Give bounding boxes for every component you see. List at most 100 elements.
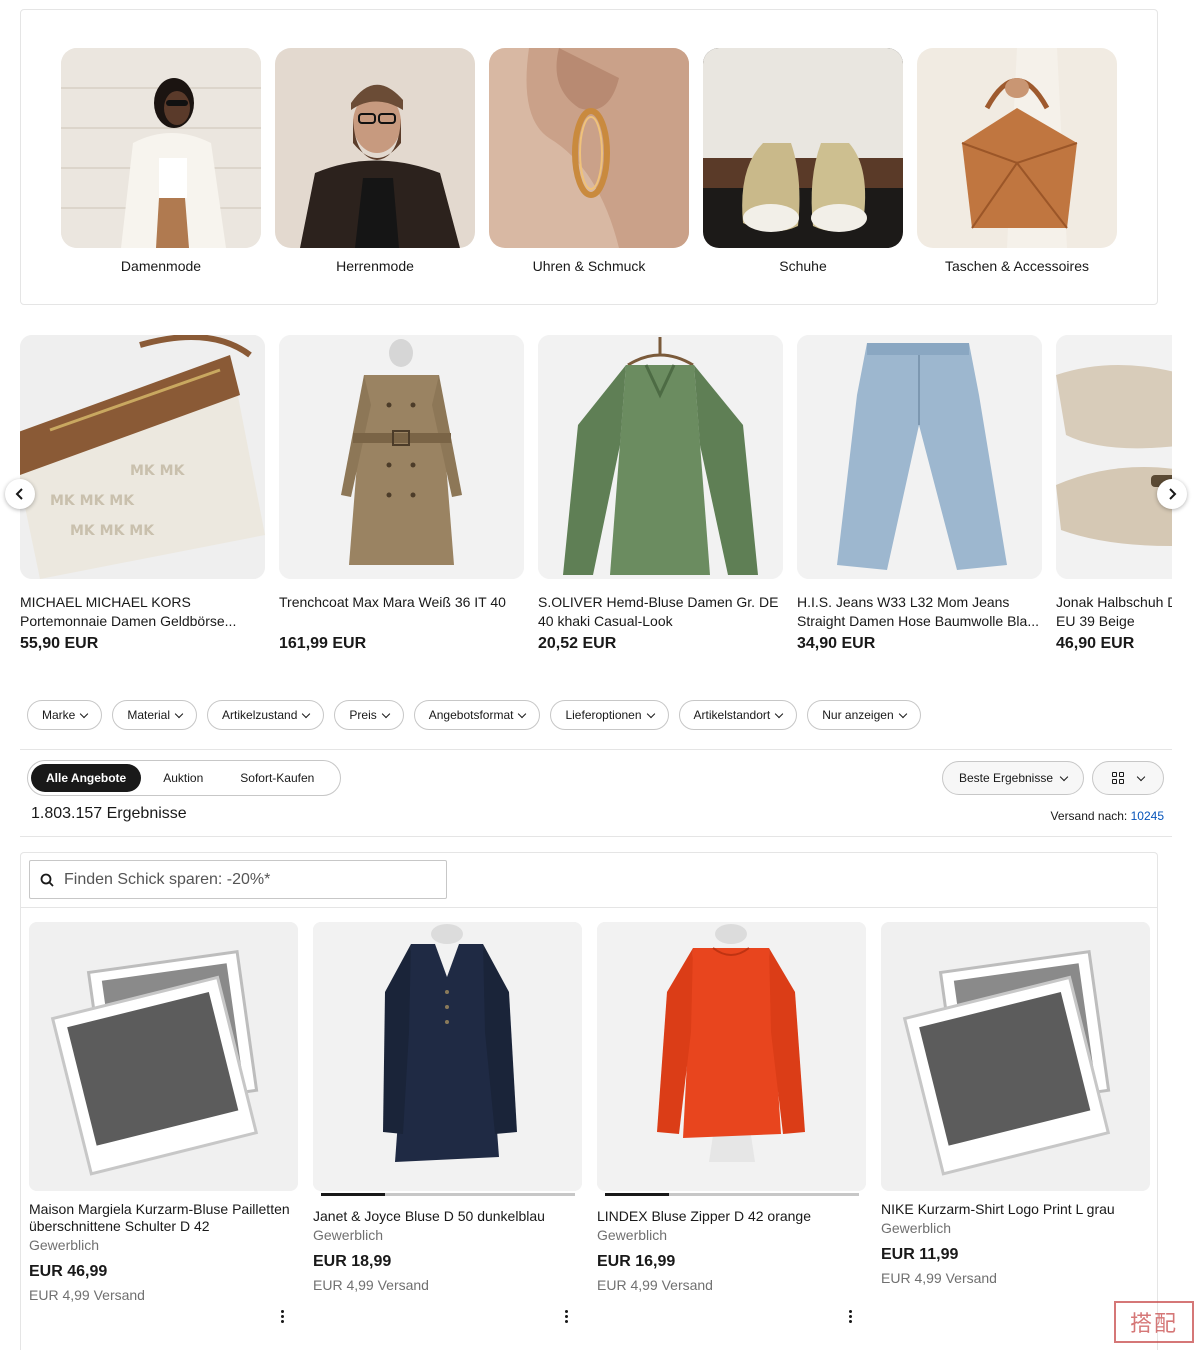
carousel-prev-button[interactable] xyxy=(5,479,35,509)
image-progress-bar xyxy=(605,1193,859,1196)
carousel-next-button[interactable] xyxy=(1157,479,1187,509)
listing-price: EUR 46,99 xyxy=(29,1263,108,1280)
listing-condition: Gewerblich xyxy=(29,1237,100,1253)
chevron-down-icon xyxy=(1059,772,1069,781)
chevron-down-icon xyxy=(381,709,390,718)
carousel-item-title: Jonak Halbschuh Damen Schuhe Gr. EU 39 B… xyxy=(1056,594,1172,629)
carousel-item-title: H.I.S. Jeans W33 L32 Mom Jeans Straight … xyxy=(797,594,1039,629)
shipping-destination: Versand nach: 10245 xyxy=(1051,809,1164,823)
carousel-item[interactable]: MK MK MK MK MK MK MK MK MICHAEL MICHAEL KO… xyxy=(20,335,265,653)
image-placeholder-icon xyxy=(29,922,298,1191)
listing-shipping: EUR 4,99 Versand xyxy=(597,1277,713,1293)
category-herrenmode[interactable]: Herrenmode xyxy=(275,48,475,274)
sort-dropdown[interactable]: Beste Ergebnisse xyxy=(942,761,1084,795)
wallet-photo: MK MK MK MK MK MK MK MK xyxy=(20,335,265,579)
filter-nur-anzeigen[interactable]: Nur anzeigen xyxy=(807,700,921,730)
category-taschen-accessoires[interactable]: Taschen & Accessoires xyxy=(917,48,1117,274)
shipping-zip-link[interactable]: 10245 xyxy=(1131,809,1164,823)
filter-artikelstandort[interactable]: Artikelstandort xyxy=(678,700,798,730)
listing-title: LINDEX Bluse Zipper D 42 orange xyxy=(597,1208,811,1224)
search-input[interactable] xyxy=(64,870,404,889)
watermark-stamp: 搭配 xyxy=(1114,1301,1194,1343)
listing-price: EUR 16,99 xyxy=(597,1253,676,1270)
listing-shipping: EUR 4,99 Versand xyxy=(881,1270,997,1286)
category-label: Schuhe xyxy=(779,258,827,274)
listing-card[interactable]: Janet & Joyce Bluse D 50 dunkelblau Gewe… xyxy=(313,922,582,1323)
more-options-icon[interactable] xyxy=(281,1310,285,1325)
filter-material[interactable]: Material xyxy=(112,700,198,730)
carousel-item-title: S.OLIVER Hemd-Bluse Damen Gr. DE 40 khak… xyxy=(538,594,779,629)
listing-shipping: EUR 4,99 Versand xyxy=(313,1277,429,1293)
filter-bar: Marke Material Artikelzustand Preis Ange… xyxy=(27,700,921,730)
listing-title: Janet & Joyce Bluse D 50 dunkelblau xyxy=(313,1208,545,1224)
listing-card[interactable]: LINDEX Bluse Zipper D 42 orange Gewerbli… xyxy=(597,922,866,1323)
filter-lieferoptionen[interactable]: Lieferoptionen xyxy=(550,700,669,730)
carousel-item[interactable]: S.OLIVER Hemd-Bluse Damen Gr. DE 40 khak… xyxy=(538,335,783,653)
category-panel: Damenmode Herrenmode Uhren & Schmuck Sch… xyxy=(20,9,1158,305)
chevron-down-icon xyxy=(646,709,655,718)
product-carousel: MK MK MK MK MK MK MK MK MICHAEL MICHAEL KO… xyxy=(20,335,1172,665)
metallic-sneakers-photo xyxy=(703,48,903,248)
category-schuhe[interactable]: Schuhe xyxy=(703,48,903,274)
result-count: 1.803.157 Ergebnisse xyxy=(31,805,187,822)
chevron-down-icon xyxy=(898,709,907,718)
filter-marke[interactable]: Marke xyxy=(27,700,103,730)
filter-angebotsformat[interactable]: Angebotsformat xyxy=(413,700,541,730)
category-uhren-schmuck[interactable]: Uhren & Schmuck xyxy=(489,48,689,274)
chevron-right-icon xyxy=(1169,488,1177,500)
carousel-item-price: 34,90 EUR xyxy=(797,635,876,652)
filter-artikelzustand[interactable]: Artikelzustand xyxy=(207,700,325,730)
filter-label: Nur anzeigen xyxy=(822,708,894,722)
loafer-photo xyxy=(1056,335,1172,579)
jeans-photo xyxy=(797,335,1042,579)
more-options-icon[interactable] xyxy=(565,1310,569,1325)
trenchcoat-photo xyxy=(279,335,524,579)
tab-alle-angebote[interactable]: Alle Angebote xyxy=(31,764,142,792)
category-label: Herrenmode xyxy=(336,258,414,274)
chevron-down-icon xyxy=(1136,772,1146,781)
carousel-item[interactable]: H.I.S. Jeans W33 L32 Mom Jeans Straight … xyxy=(797,335,1042,653)
chevron-left-icon xyxy=(15,488,23,500)
category-label: Damenmode xyxy=(120,258,202,274)
filter-preis[interactable]: Preis xyxy=(334,700,404,730)
sort-label: Beste Ergebnisse xyxy=(958,771,1054,785)
listing-condition: Gewerblich xyxy=(313,1227,384,1243)
listing-card[interactable]: Maison Margiela Kurzarm-Bluse Pailletten… xyxy=(29,922,298,1323)
svg-text:MK MK: MK MK xyxy=(130,463,186,479)
svg-text:MK MK MK: MK MK MK xyxy=(70,523,155,539)
chevron-down-icon xyxy=(302,709,311,718)
divider xyxy=(20,836,1172,837)
view-toggle[interactable] xyxy=(1092,761,1164,795)
leather-handbag-photo xyxy=(917,48,1117,248)
tab-sofort-kaufen[interactable]: Sofort-Kaufen xyxy=(225,764,329,792)
filter-label: Marke xyxy=(42,708,76,722)
carousel-item-price: 161,99 EUR xyxy=(279,635,367,652)
filter-label: Material xyxy=(127,708,171,722)
search-icon xyxy=(40,873,54,887)
carousel-item-title: Trenchcoat Max Mara Weiß 36 IT 40 xyxy=(279,594,506,610)
carousel-item[interactable]: Jonak Halbschuh Damen Schuhe Gr. EU 39 B… xyxy=(1056,335,1172,653)
grid-view-icon xyxy=(1112,772,1124,784)
chevron-down-icon xyxy=(518,709,527,718)
tab-auktion[interactable]: Auktion xyxy=(149,764,217,792)
listing-condition: Gewerblich xyxy=(881,1220,952,1236)
carousel-item-title: MICHAEL MICHAEL KORS Portemonnaie Damen … xyxy=(20,594,237,629)
navy-blouse-photo xyxy=(313,922,582,1191)
listing-card[interactable]: NIKE Kurzarm-Shirt Logo Print L grau Gew… xyxy=(881,922,1150,1286)
filter-label: Angebotsformat xyxy=(428,708,514,722)
carousel-item-price: 20,52 EUR xyxy=(538,635,617,652)
orange-blouse-photo xyxy=(597,922,866,1191)
bearded-man-photo xyxy=(275,48,475,248)
divider xyxy=(21,907,1157,908)
chevron-down-icon xyxy=(80,709,89,718)
listing-price: EUR 11,99 xyxy=(881,1246,959,1263)
listing-format-tabs: Alle Angebote Auktion Sofort-Kaufen xyxy=(27,760,342,796)
category-label: Taschen & Accessoires xyxy=(945,258,1089,274)
svg-text:MK MK MK: MK MK MK xyxy=(50,493,135,509)
listing-condition: Gewerblich xyxy=(597,1227,668,1243)
filter-label: Artikelstandort xyxy=(693,708,771,722)
search-field[interactable] xyxy=(29,860,447,899)
more-options-icon[interactable] xyxy=(849,1310,853,1325)
carousel-item[interactable]: Trenchcoat Max Mara Weiß 36 IT 40 161,99… xyxy=(279,335,524,653)
category-damenmode[interactable]: Damenmode xyxy=(61,48,261,274)
